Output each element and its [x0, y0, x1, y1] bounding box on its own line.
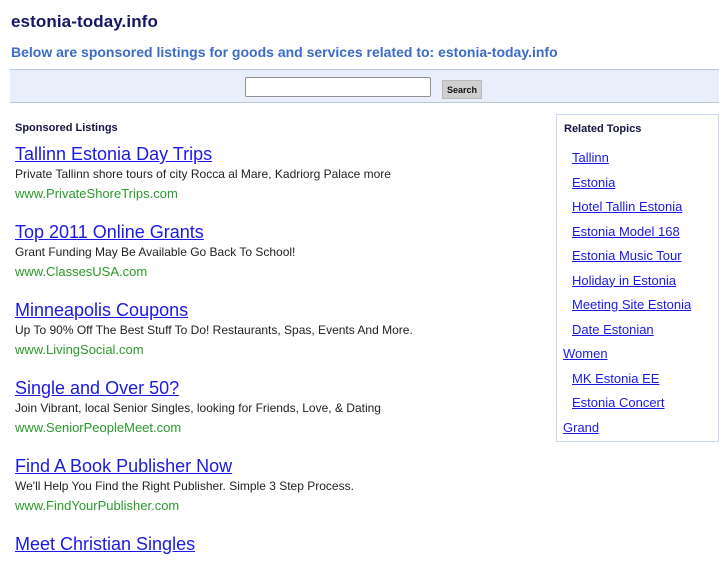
- related-topics-list: Tallinn Estonia Hotel Tallin Estonia Est…: [563, 146, 723, 440]
- listing-url-link[interactable]: www.PrivateShoreTrips.com: [15, 184, 535, 204]
- related-topic-link[interactable]: Estonia Music Tour: [572, 248, 682, 263]
- listing-url-link[interactable]: www.FindYourPublisher.com: [15, 496, 535, 516]
- listing-item: Meet Christian Singles: [15, 533, 535, 555]
- listing-title-link[interactable]: Meet Christian Singles: [15, 533, 535, 555]
- listing-title-link[interactable]: Single and Over 50?: [15, 377, 535, 399]
- related-topic-link[interactable]: Hotel Tallin Estonia: [572, 199, 682, 214]
- listing-item: Top 2011 Online Grants Grant Funding May…: [15, 221, 535, 282]
- listing-item: Single and Over 50? Join Vibrant, local …: [15, 377, 535, 438]
- related-topic-item: Date Estonian: [563, 318, 723, 343]
- listing-description: Up To 90% Off The Best Stuff To Do! Rest…: [15, 323, 413, 337]
- related-topic-item: Tallinn: [563, 146, 723, 171]
- listing-description: We'll Help You Find the Right Publisher.…: [15, 479, 354, 493]
- listing-title-link[interactable]: Minneapolis Coupons: [15, 299, 535, 321]
- related-topic-item: Estonia Concert: [563, 391, 723, 416]
- listing-description: Grant Funding May Be Available Go Back T…: [15, 245, 296, 259]
- related-topic-link[interactable]: Women: [563, 346, 608, 361]
- related-topic-link[interactable]: Estonia Model 168: [572, 224, 680, 239]
- listing-description: Join Vibrant, local Senior Singles, look…: [15, 401, 381, 415]
- listing-url-link[interactable]: www.LivingSocial.com: [15, 340, 535, 360]
- listing-title-link[interactable]: Find A Book Publisher Now: [15, 455, 535, 477]
- site-title: estonia-today.info: [11, 12, 158, 31]
- search-bar: Search: [10, 69, 719, 103]
- search-button[interactable]: Search: [442, 80, 482, 99]
- listing-item: Minneapolis Coupons Up To 90% Off The Be…: [15, 299, 535, 360]
- search-input[interactable]: [245, 77, 431, 97]
- related-topic-item: Hotel Tallin Estonia: [563, 195, 723, 220]
- related-topics-heading: Related Topics: [564, 123, 642, 135]
- related-topic-link[interactable]: Meeting Site Estonia: [572, 297, 691, 312]
- related-topic-link[interactable]: MK Estonia EE: [572, 371, 659, 386]
- related-topic-item: Grand: [563, 416, 723, 441]
- related-topic-item: Estonia Model 168: [563, 220, 723, 245]
- related-topics-panel: Related Topics Tallinn Estonia Hotel Tal…: [556, 114, 719, 442]
- related-topic-item: Meeting Site Estonia: [563, 293, 723, 318]
- related-topic-link[interactable]: Date Estonian: [572, 322, 654, 337]
- listing-url-link[interactable]: www.ClassesUSA.com: [15, 262, 535, 282]
- listing-description: Private Tallinn shore tours of city Rocc…: [15, 167, 391, 181]
- related-topic-link[interactable]: Estonia: [572, 175, 615, 190]
- related-topic-link[interactable]: Holiday in Estonia: [572, 273, 676, 288]
- listing-title-link[interactable]: Top 2011 Online Grants: [15, 221, 535, 243]
- listing-title-link[interactable]: Tallinn Estonia Day Trips: [15, 143, 535, 165]
- related-topic-item: Women: [563, 342, 723, 367]
- listing-url-link[interactable]: www.SeniorPeopleMeet.com: [15, 418, 535, 438]
- related-topic-link[interactable]: Grand: [563, 420, 599, 435]
- sponsored-listings-heading: Sponsored Listings: [15, 122, 118, 134]
- related-topic-item: MK Estonia EE: [563, 367, 723, 392]
- listing-item: Find A Book Publisher Now We'll Help You…: [15, 455, 535, 516]
- related-topic-item: Holiday in Estonia: [563, 269, 723, 294]
- sponsored-listings: Sponsored Listings Tallinn Estonia Day T…: [15, 122, 535, 572]
- related-topic-item: Estonia Music Tour: [563, 244, 723, 269]
- related-topic-item: Estonia: [563, 171, 723, 196]
- page-subtitle: Below are sponsored listings for goods a…: [11, 44, 558, 60]
- related-topic-link[interactable]: Estonia Concert: [572, 395, 665, 410]
- related-topic-link[interactable]: Tallinn: [572, 150, 609, 165]
- listing-item: Tallinn Estonia Day Trips Private Tallin…: [15, 143, 535, 204]
